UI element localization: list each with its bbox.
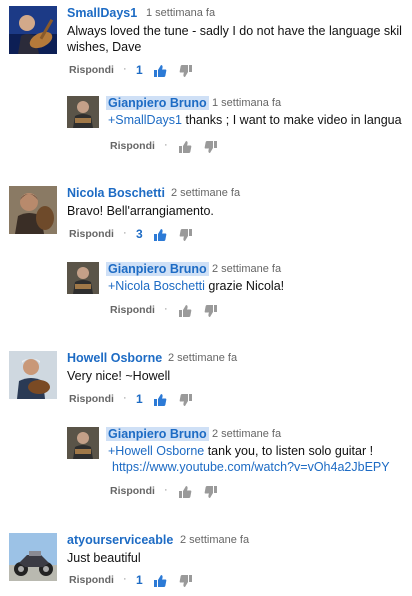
comment-author[interactable]: SmallDays1 <box>67 6 137 20</box>
comment-time[interactable]: 2 settimane fa <box>168 352 237 364</box>
comment-author[interactable]: Howell Osborne <box>67 351 162 365</box>
reply-message: thanks ; I want to make video in langua <box>182 113 402 127</box>
thumbs-up-icon[interactable] <box>153 228 167 242</box>
thumbs-down-icon[interactable] <box>179 228 193 242</box>
avatar[interactable] <box>9 186 57 234</box>
separator-dot: · <box>123 573 127 585</box>
like-count: 3 <box>136 227 143 241</box>
comment-text: Bravo! Bell'arrangiamento. <box>67 203 214 219</box>
reply-gianpiero-2: Gianpiero Bruno 2 settimane fa +Nicola B… <box>0 262 412 332</box>
comment-author[interactable]: Nicola Boschetti <box>67 186 165 200</box>
separator-dot: · <box>123 63 127 75</box>
reply-author[interactable]: Gianpiero Bruno <box>106 427 209 441</box>
reply-gianpiero-3: Gianpiero Bruno 2 settimane fa +Howell O… <box>0 427 412 507</box>
separator-dot: · <box>164 303 168 315</box>
avatar[interactable] <box>9 6 57 54</box>
reply-time[interactable]: 2 settimane fa <box>212 263 281 275</box>
comment-text: Always loved the tune - sadly I do not h… <box>67 23 402 55</box>
comment-text: Very nice! ~Howell <box>67 368 170 384</box>
mention-link[interactable]: +Nicola Boschetti <box>108 279 205 293</box>
avatar[interactable] <box>67 96 99 128</box>
comment-atyourserviceable: atyourserviceable 2 settimane fa Just be… <box>0 533 412 596</box>
reply-button[interactable]: Rispondi <box>69 574 114 586</box>
thumbs-up-icon[interactable] <box>178 140 192 154</box>
thumbs-down-icon[interactable] <box>179 574 193 588</box>
reply-author[interactable]: Gianpiero Bruno <box>106 96 209 110</box>
thumbs-down-icon[interactable] <box>204 304 218 318</box>
thumbs-up-icon[interactable] <box>178 304 192 318</box>
reply-button[interactable]: Rispondi <box>69 228 114 240</box>
video-link[interactable]: https://www.youtube.com/watch?v=vOh4a2Jb… <box>112 459 390 475</box>
reply-button[interactable]: Rispondi <box>110 485 155 497</box>
reply-button[interactable]: Rispondi <box>69 64 114 76</box>
avatar[interactable] <box>67 427 99 459</box>
thumbs-down-icon[interactable] <box>179 393 193 407</box>
reply-text: +SmallDays1 thanks ; I want to make vide… <box>108 112 402 128</box>
reply-button[interactable]: Rispondi <box>110 304 155 316</box>
comment-text: Just beautiful <box>67 550 141 566</box>
thumbs-up-icon[interactable] <box>178 485 192 499</box>
avatar[interactable] <box>9 351 57 399</box>
thumbs-up-icon[interactable] <box>153 64 167 78</box>
thumbs-down-icon[interactable] <box>179 64 193 78</box>
reply-time[interactable]: 1 settimana fa <box>212 97 281 109</box>
comment-text-line-1: Bravo! Bell'arrangiamento. <box>67 204 214 218</box>
reply-gianpiero-1: Gianpiero Bruno 1 settimana fa +SmallDay… <box>0 96 412 166</box>
thumbs-down-icon[interactable] <box>204 140 218 154</box>
comment-text-line-1: Just beautiful <box>67 551 141 565</box>
comment-smalldays1: SmallDays1 1 settimana fa Always loved t… <box>0 6 412 98</box>
reply-button[interactable]: Rispondi <box>110 140 155 152</box>
comment-text-line-1: Very nice! ~Howell <box>67 369 171 383</box>
separator-dot: · <box>123 227 127 239</box>
separator-dot: · <box>164 484 168 496</box>
like-count: 1 <box>136 392 143 406</box>
avatar[interactable] <box>67 262 99 294</box>
separator-dot: · <box>164 139 168 151</box>
reply-time[interactable]: 2 settimane fa <box>212 428 281 440</box>
separator-dot: · <box>123 392 127 404</box>
thumbs-up-icon[interactable] <box>153 574 167 588</box>
like-count: 1 <box>136 573 143 587</box>
comment-time[interactable]: 2 settimane fa <box>171 187 240 199</box>
comment-time[interactable]: 1 settimana fa <box>146 7 215 19</box>
reply-text: +Nicola Boschetti grazie Nicola! <box>108 278 284 294</box>
comment-text-line-2: wishes, Dave <box>67 40 142 54</box>
comment-text-line-1: Always loved the tune - sadly I do not h… <box>67 24 402 38</box>
avatar[interactable] <box>9 533 57 581</box>
reply-text: +Howell Osborne tank you, to listen solo… <box>108 443 390 475</box>
mention-link[interactable]: +SmallDays1 <box>108 113 182 127</box>
reply-button[interactable]: Rispondi <box>69 393 114 405</box>
thumbs-down-icon[interactable] <box>204 485 218 499</box>
comment-time[interactable]: 2 settimane fa <box>180 534 249 546</box>
comment-author[interactable]: atyourserviceable <box>67 533 173 547</box>
reply-message: grazie Nicola! <box>204 279 285 293</box>
reply-message: tank you, to listen solo guitar ! <box>204 444 374 458</box>
reply-text-line-1: +Howell Osborne tank you, to listen solo… <box>108 443 390 459</box>
reply-author[interactable]: Gianpiero Bruno <box>106 262 209 276</box>
thumbs-up-icon[interactable] <box>153 393 167 407</box>
like-count: 1 <box>136 63 143 77</box>
mention-link[interactable]: +Howell Osborne <box>108 444 204 458</box>
